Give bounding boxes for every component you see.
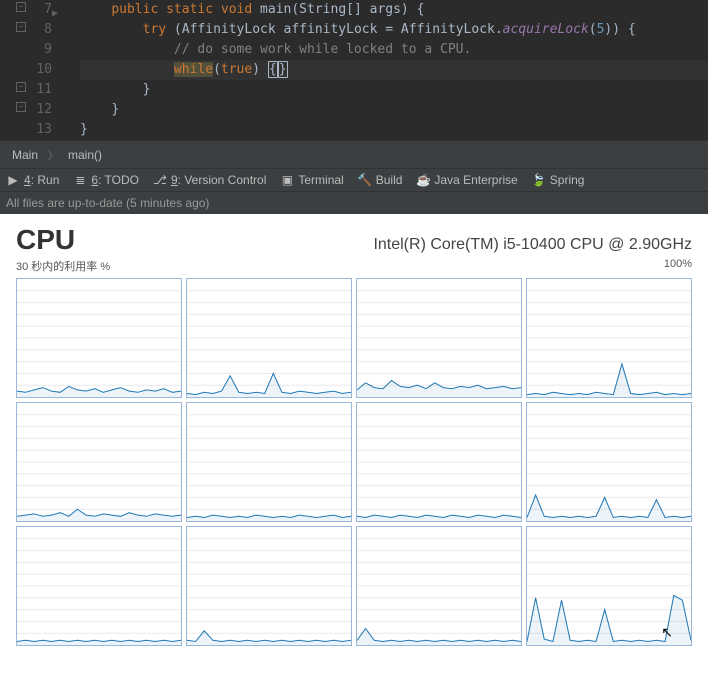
line-number: 12 [32, 100, 52, 120]
code-editor[interactable]: 7▶− 8− 9 10 11− 12− 13 public static voi… [0, 0, 708, 140]
spring-tool-button[interactable]: 🍃 Spring [532, 173, 585, 187]
cpu-core-chart[interactable] [526, 278, 692, 398]
code-line[interactable]: } [80, 120, 708, 140]
line-number: 13 [32, 120, 52, 140]
cpu-monitor-panel: CPU Intel(R) Core(TM) i5-10400 CPU @ 2.9… [0, 214, 708, 662]
code-line[interactable]: while(true) {} [80, 60, 708, 80]
line-number: 8 [32, 20, 52, 40]
breadcrumb: Main 〉 main() [0, 140, 708, 168]
build-tool-button[interactable]: 🔨 Build [358, 173, 403, 187]
cpu-core-chart[interactable] [16, 402, 182, 522]
cpu-core-chart[interactable] [356, 526, 522, 646]
cpu-core-chart[interactable] [356, 278, 522, 398]
bottom-toolbar: ▶ 4: Run ≣ 6: TODO ⎇ 9: Version Control … [0, 168, 708, 191]
cpu-core-chart[interactable] [186, 526, 352, 646]
breadcrumb-item[interactable]: main() [68, 148, 102, 162]
cpu-right-label: 100% [664, 258, 692, 274]
play-icon: ▶ [6, 173, 20, 187]
code-line[interactable]: // do some work while locked to a CPU. [80, 40, 708, 60]
code-area[interactable]: public static void main(String[] args) {… [60, 0, 708, 140]
cpu-core-chart[interactable] [16, 278, 182, 398]
run-gutter-icon[interactable]: ▶ [52, 4, 58, 24]
cpu-core-chart[interactable]: ↖ [526, 526, 692, 646]
breadcrumb-item[interactable]: Main [12, 148, 38, 162]
hammer-icon: 🔨 [358, 173, 372, 187]
run-tool-button[interactable]: ▶ 4: Run [6, 173, 59, 187]
cpu-core-chart[interactable] [526, 402, 692, 522]
vcs-tool-button[interactable]: ⎇ 9: Version Control [153, 173, 266, 187]
code-line[interactable]: try (AffinityLock affinityLock = Affinit… [80, 20, 708, 40]
chevron-right-icon: 〉 [48, 147, 58, 162]
code-line[interactable]: } [80, 80, 708, 100]
line-number: 7 [32, 0, 52, 20]
branch-icon: ⎇ [153, 173, 167, 187]
cpu-core-grid: ↖ [16, 278, 692, 646]
fold-icon[interactable]: − [16, 2, 26, 12]
code-line[interactable]: public static void main(String[] args) { [80, 0, 708, 20]
fold-icon[interactable]: − [16, 22, 26, 32]
list-icon: ≣ [73, 173, 87, 187]
code-line[interactable]: } [80, 100, 708, 120]
cpu-core-chart[interactable] [16, 526, 182, 646]
terminal-icon: ▣ [280, 173, 294, 187]
cpu-core-chart[interactable] [356, 402, 522, 522]
leaf-icon: 🍃 [532, 173, 546, 187]
terminal-tool-button[interactable]: ▣ Terminal [280, 173, 343, 187]
status-text: All files are up-to-date (5 minutes ago) [6, 196, 209, 210]
cpu-title: CPU [16, 224, 75, 256]
java-icon: ☕ [416, 173, 430, 187]
todo-tool-button[interactable]: ≣ 6: TODO [73, 173, 139, 187]
fold-icon[interactable]: − [16, 82, 26, 92]
ide-editor: 7▶− 8− 9 10 11− 12− 13 public static voi… [0, 0, 708, 214]
cpu-core-chart[interactable] [186, 278, 352, 398]
line-number: 10 [32, 60, 52, 80]
javaee-tool-button[interactable]: ☕ Java Enterprise [416, 173, 517, 187]
line-number: 9 [32, 40, 52, 60]
fold-icon[interactable]: − [16, 102, 26, 112]
status-bar: All files are up-to-date (5 minutes ago) [0, 191, 708, 214]
cpu-core-chart[interactable] [186, 402, 352, 522]
gutter: 7▶− 8− 9 10 11− 12− 13 [0, 0, 60, 140]
cpu-model: Intel(R) Core(TM) i5-10400 CPU @ 2.90GHz [373, 236, 692, 254]
cpu-left-label: 30 秒内的利用率 % [16, 258, 110, 274]
line-number: 11 [32, 80, 52, 100]
